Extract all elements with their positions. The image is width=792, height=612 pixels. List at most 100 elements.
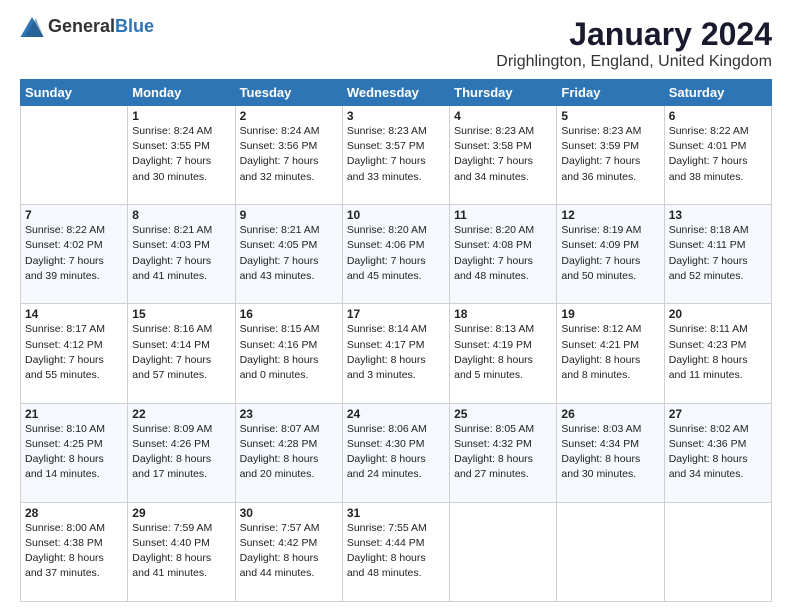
calendar-cell: 31Sunrise: 7:55 AMSunset: 4:44 PMDayligh… (342, 502, 449, 601)
day-number: 2 (240, 109, 338, 123)
day-number: 19 (561, 307, 659, 321)
cell-info: Sunrise: 7:59 AMSunset: 4:40 PMDaylight:… (132, 521, 230, 582)
day-number: 31 (347, 506, 445, 520)
day-number: 7 (25, 208, 123, 222)
cell-info: Sunrise: 8:21 AMSunset: 4:05 PMDaylight:… (240, 223, 338, 284)
weekday-header: Saturday (664, 80, 771, 106)
calendar-cell: 19Sunrise: 8:12 AMSunset: 4:21 PMDayligh… (557, 304, 664, 403)
cell-info: Sunrise: 8:23 AMSunset: 3:58 PMDaylight:… (454, 124, 552, 185)
logo: GeneralBlue (20, 16, 154, 37)
logo-text: GeneralBlue (48, 16, 154, 37)
weekday-header: Wednesday (342, 80, 449, 106)
calendar-cell (557, 502, 664, 601)
calendar-cell: 28Sunrise: 8:00 AMSunset: 4:38 PMDayligh… (21, 502, 128, 601)
day-number: 23 (240, 407, 338, 421)
cell-info: Sunrise: 8:22 AMSunset: 4:02 PMDaylight:… (25, 223, 123, 284)
cell-info: Sunrise: 8:19 AMSunset: 4:09 PMDaylight:… (561, 223, 659, 284)
cell-info: Sunrise: 8:02 AMSunset: 4:36 PMDaylight:… (669, 422, 767, 483)
location: Drighlington, England, United Kingdom (496, 53, 772, 71)
day-number: 17 (347, 307, 445, 321)
day-number: 11 (454, 208, 552, 222)
calendar-cell: 26Sunrise: 8:03 AMSunset: 4:34 PMDayligh… (557, 403, 664, 502)
calendar-cell: 29Sunrise: 7:59 AMSunset: 4:40 PMDayligh… (128, 502, 235, 601)
cell-info: Sunrise: 7:55 AMSunset: 4:44 PMDaylight:… (347, 521, 445, 582)
cell-info: Sunrise: 8:10 AMSunset: 4:25 PMDaylight:… (25, 422, 123, 483)
cell-info: Sunrise: 8:23 AMSunset: 3:57 PMDaylight:… (347, 124, 445, 185)
calendar-cell (450, 502, 557, 601)
calendar-cell: 1Sunrise: 8:24 AMSunset: 3:55 PMDaylight… (128, 106, 235, 205)
calendar-cell (21, 106, 128, 205)
calendar-table: SundayMondayTuesdayWednesdayThursdayFrid… (20, 79, 772, 602)
calendar-cell: 5Sunrise: 8:23 AMSunset: 3:59 PMDaylight… (557, 106, 664, 205)
cell-info: Sunrise: 8:00 AMSunset: 4:38 PMDaylight:… (25, 521, 123, 582)
cell-info: Sunrise: 8:15 AMSunset: 4:16 PMDaylight:… (240, 322, 338, 383)
calendar-cell: 30Sunrise: 7:57 AMSunset: 4:42 PMDayligh… (235, 502, 342, 601)
day-number: 16 (240, 307, 338, 321)
day-number: 22 (132, 407, 230, 421)
day-number: 21 (25, 407, 123, 421)
day-number: 28 (25, 506, 123, 520)
day-number: 25 (454, 407, 552, 421)
weekday-header: Friday (557, 80, 664, 106)
day-number: 13 (669, 208, 767, 222)
cell-info: Sunrise: 8:21 AMSunset: 4:03 PMDaylight:… (132, 223, 230, 284)
weekday-header: Thursday (450, 80, 557, 106)
day-number: 29 (132, 506, 230, 520)
cell-info: Sunrise: 8:06 AMSunset: 4:30 PMDaylight:… (347, 422, 445, 483)
calendar-cell: 12Sunrise: 8:19 AMSunset: 4:09 PMDayligh… (557, 205, 664, 304)
calendar-header-row: SundayMondayTuesdayWednesdayThursdayFrid… (21, 80, 772, 106)
day-number: 5 (561, 109, 659, 123)
calendar-cell (664, 502, 771, 601)
day-number: 14 (25, 307, 123, 321)
day-number: 3 (347, 109, 445, 123)
cell-info: Sunrise: 8:24 AMSunset: 3:56 PMDaylight:… (240, 124, 338, 185)
cell-info: Sunrise: 8:03 AMSunset: 4:34 PMDaylight:… (561, 422, 659, 483)
cell-info: Sunrise: 8:23 AMSunset: 3:59 PMDaylight:… (561, 124, 659, 185)
calendar-cell: 21Sunrise: 8:10 AMSunset: 4:25 PMDayligh… (21, 403, 128, 502)
cell-info: Sunrise: 8:09 AMSunset: 4:26 PMDaylight:… (132, 422, 230, 483)
calendar-cell: 17Sunrise: 8:14 AMSunset: 4:17 PMDayligh… (342, 304, 449, 403)
calendar-cell: 13Sunrise: 8:18 AMSunset: 4:11 PMDayligh… (664, 205, 771, 304)
calendar-cell: 22Sunrise: 8:09 AMSunset: 4:26 PMDayligh… (128, 403, 235, 502)
day-number: 20 (669, 307, 767, 321)
day-number: 18 (454, 307, 552, 321)
calendar-cell: 9Sunrise: 8:21 AMSunset: 4:05 PMDaylight… (235, 205, 342, 304)
calendar-cell: 18Sunrise: 8:13 AMSunset: 4:19 PMDayligh… (450, 304, 557, 403)
cell-info: Sunrise: 8:07 AMSunset: 4:28 PMDaylight:… (240, 422, 338, 483)
calendar-cell: 15Sunrise: 8:16 AMSunset: 4:14 PMDayligh… (128, 304, 235, 403)
weekday-header: Tuesday (235, 80, 342, 106)
weekday-header: Sunday (21, 80, 128, 106)
calendar-cell: 11Sunrise: 8:20 AMSunset: 4:08 PMDayligh… (450, 205, 557, 304)
calendar-week-row: 7Sunrise: 8:22 AMSunset: 4:02 PMDaylight… (21, 205, 772, 304)
calendar-week-row: 28Sunrise: 8:00 AMSunset: 4:38 PMDayligh… (21, 502, 772, 601)
day-number: 10 (347, 208, 445, 222)
day-number: 26 (561, 407, 659, 421)
logo-general: General (48, 16, 115, 36)
cell-info: Sunrise: 8:18 AMSunset: 4:11 PMDaylight:… (669, 223, 767, 284)
calendar-cell: 20Sunrise: 8:11 AMSunset: 4:23 PMDayligh… (664, 304, 771, 403)
day-number: 9 (240, 208, 338, 222)
calendar-cell: 25Sunrise: 8:05 AMSunset: 4:32 PMDayligh… (450, 403, 557, 502)
day-number: 12 (561, 208, 659, 222)
calendar-cell: 27Sunrise: 8:02 AMSunset: 4:36 PMDayligh… (664, 403, 771, 502)
header: GeneralBlue January 2024 Drighlington, E… (20, 16, 772, 71)
calendar-cell: 3Sunrise: 8:23 AMSunset: 3:57 PMDaylight… (342, 106, 449, 205)
title-block: January 2024 Drighlington, England, Unit… (496, 16, 772, 71)
cell-info: Sunrise: 8:13 AMSunset: 4:19 PMDaylight:… (454, 322, 552, 383)
cell-info: Sunrise: 8:24 AMSunset: 3:55 PMDaylight:… (132, 124, 230, 185)
calendar-week-row: 21Sunrise: 8:10 AMSunset: 4:25 PMDayligh… (21, 403, 772, 502)
day-number: 8 (132, 208, 230, 222)
cell-info: Sunrise: 8:14 AMSunset: 4:17 PMDaylight:… (347, 322, 445, 383)
cell-info: Sunrise: 8:20 AMSunset: 4:08 PMDaylight:… (454, 223, 552, 284)
day-number: 30 (240, 506, 338, 520)
logo-icon (20, 17, 44, 37)
calendar-cell: 7Sunrise: 8:22 AMSunset: 4:02 PMDaylight… (21, 205, 128, 304)
page: GeneralBlue January 2024 Drighlington, E… (0, 0, 792, 612)
cell-info: Sunrise: 8:12 AMSunset: 4:21 PMDaylight:… (561, 322, 659, 383)
day-number: 24 (347, 407, 445, 421)
cell-info: Sunrise: 8:05 AMSunset: 4:32 PMDaylight:… (454, 422, 552, 483)
calendar-cell: 4Sunrise: 8:23 AMSunset: 3:58 PMDaylight… (450, 106, 557, 205)
cell-info: Sunrise: 8:22 AMSunset: 4:01 PMDaylight:… (669, 124, 767, 185)
day-number: 4 (454, 109, 552, 123)
day-number: 6 (669, 109, 767, 123)
